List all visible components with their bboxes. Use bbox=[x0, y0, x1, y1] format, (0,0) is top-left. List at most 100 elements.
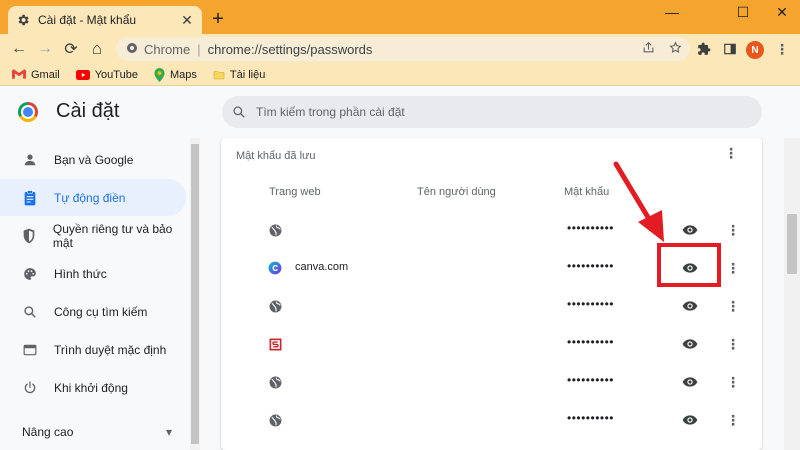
masked-password: •••••••••• bbox=[567, 297, 615, 311]
profile-avatar[interactable]: N bbox=[746, 41, 764, 59]
side-panel-icon[interactable] bbox=[719, 38, 741, 60]
site-label: Chrome bbox=[144, 41, 191, 57]
show-password-button[interactable] bbox=[681, 297, 699, 315]
share-icon[interactable] bbox=[642, 41, 655, 57]
omnibox-actions bbox=[642, 41, 682, 57]
reload-button[interactable]: ⟳ bbox=[60, 38, 82, 60]
show-password-button[interactable] bbox=[681, 335, 699, 353]
row-more-button[interactable]: ⋮ bbox=[723, 258, 743, 278]
folder-icon bbox=[213, 69, 225, 81]
password-row: •••••••••• ⋮ bbox=[221, 401, 762, 439]
s-logo-icon bbox=[267, 336, 283, 352]
masked-password: •••••••••• bbox=[567, 373, 615, 387]
masked-password: •••••••••• bbox=[567, 335, 615, 349]
extensions-icon[interactable] bbox=[693, 38, 715, 60]
url-separator: | bbox=[197, 41, 201, 57]
settings-header: Cài đặt bbox=[0, 86, 800, 138]
annotation-arrow bbox=[613, 161, 664, 242]
settings-search-input[interactable] bbox=[256, 105, 762, 119]
address-bar[interactable]: Chrome | chrome://settings/passwords bbox=[116, 37, 690, 61]
window-close-button[interactable]: ✕ bbox=[772, 4, 792, 21]
sidebar-item-privacy-security[interactable]: Quyền riêng tư và bảo mật bbox=[0, 217, 186, 254]
show-password-button[interactable] bbox=[681, 373, 699, 391]
bookmark-label: Tài liệu bbox=[229, 68, 266, 81]
row-more-button[interactable]: ⋮ bbox=[723, 334, 743, 354]
main-scrollbar-thumb[interactable] bbox=[787, 214, 797, 274]
bookmark-label: Maps bbox=[169, 68, 197, 81]
chrome-page-icon bbox=[126, 42, 138, 57]
password-row: •••••••••• ⋮ bbox=[221, 363, 762, 401]
sidebar-item-label: Trình duyệt mặc định bbox=[54, 342, 167, 357]
maps-icon bbox=[154, 67, 165, 82]
column-header-username: Tên người dùng bbox=[417, 186, 496, 198]
person-icon bbox=[22, 153, 38, 167]
site-name[interactable]: canva.com bbox=[295, 261, 348, 273]
sidebar-scrollbar-thumb[interactable] bbox=[191, 144, 199, 444]
password-row: •••••••••• ⋮ bbox=[221, 287, 762, 325]
shield-icon bbox=[22, 228, 37, 244]
masked-password: •••••••••• bbox=[567, 411, 615, 425]
bookmark-gmail[interactable]: Gmail bbox=[12, 69, 60, 81]
show-password-button[interactable] bbox=[681, 221, 699, 239]
sidebar-item-label: Bạn và Google bbox=[54, 152, 134, 167]
tab-close-icon[interactable]: ✕ bbox=[180, 12, 194, 29]
toolbar: ← → ⟳ ⌂ Chrome | chrome://settings/passw… bbox=[0, 34, 800, 64]
sidebar-item-on-startup[interactable]: Khi khởi động bbox=[0, 369, 186, 406]
globe-icon bbox=[267, 412, 283, 428]
minimize-button[interactable]: — bbox=[662, 4, 682, 20]
chrome-logo-icon bbox=[18, 102, 38, 122]
settings-main: Mật khẩu đã lưu ⋮ Trang web Tên người dù… bbox=[200, 138, 786, 450]
youtube-icon bbox=[75, 69, 90, 80]
sidebar-item-appearance[interactable]: Hình thức bbox=[0, 255, 186, 292]
sidebar-item-label: Khi khởi động bbox=[54, 380, 128, 395]
globe-icon bbox=[267, 222, 283, 238]
globe-icon bbox=[267, 298, 283, 314]
sidebar-item-search-engine[interactable]: Công cụ tìm kiếm bbox=[0, 293, 186, 330]
chevron-down-icon: ▾ bbox=[165, 425, 172, 439]
sidebar-item-label: Tự động điền bbox=[54, 190, 126, 205]
tab-strip: Cài đặt - Mật khẩu ✕ + — ☐ ✕ bbox=[0, 0, 800, 34]
section-title: Mật khẩu đã lưu bbox=[236, 150, 316, 162]
bookmark-youtube[interactable]: YouTube bbox=[75, 68, 138, 81]
password-row: •••••••••• ⋮ bbox=[221, 325, 762, 363]
bookmark-maps[interactable]: Maps bbox=[154, 67, 197, 82]
forward-button[interactable]: → bbox=[34, 38, 56, 60]
back-button[interactable]: ← bbox=[8, 38, 30, 60]
search-icon bbox=[232, 105, 246, 119]
search-icon bbox=[22, 305, 38, 319]
tab-settings-passwords[interactable]: Cài đặt - Mật khẩu ✕ bbox=[8, 6, 202, 34]
show-password-button[interactable] bbox=[681, 411, 699, 429]
sidebar-item-autofill[interactable]: Tự động điền bbox=[0, 179, 186, 216]
bookmark-label: YouTube bbox=[94, 68, 138, 81]
sidebar-item-label: Quyền riêng tư và bảo mật bbox=[52, 221, 173, 250]
page-title: Cài đặt bbox=[56, 100, 120, 122]
saved-passwords-card: Mật khẩu đã lưu ⋮ Trang web Tên người dù… bbox=[221, 138, 762, 450]
clipboard-icon bbox=[22, 189, 38, 206]
row-more-button[interactable]: ⋮ bbox=[723, 410, 743, 430]
bookmarks-bar: Gmail YouTube Maps Tài liệu bbox=[0, 64, 800, 86]
sidebar-item-you-and-google[interactable]: Bạn và Google bbox=[0, 141, 186, 178]
sidebar-advanced[interactable]: Nâng cao ▾ bbox=[22, 425, 172, 439]
sidebar-scrollbar[interactable] bbox=[190, 138, 200, 450]
bookmark-label: Gmail bbox=[31, 68, 60, 81]
row-more-button[interactable]: ⋮ bbox=[723, 220, 743, 240]
section-more-button[interactable]: ⋮ bbox=[721, 146, 741, 160]
annotation-highlight-box bbox=[657, 243, 721, 287]
sidebar-item-label: Hình thức bbox=[54, 266, 107, 281]
masked-password: •••••••••• bbox=[567, 259, 615, 273]
maximize-button[interactable]: ☐ bbox=[733, 4, 753, 21]
bookmark-star-icon[interactable] bbox=[669, 41, 682, 57]
column-header-site: Trang web bbox=[269, 186, 321, 198]
row-more-button[interactable]: ⋮ bbox=[723, 372, 743, 392]
chrome-menu-button[interactable]: ⋮ bbox=[771, 38, 793, 60]
main-scrollbar[interactable] bbox=[784, 138, 800, 450]
gmail-icon bbox=[12, 69, 26, 80]
sidebar-item-label: Công cụ tìm kiếm bbox=[54, 304, 148, 319]
settings-search[interactable] bbox=[222, 96, 762, 128]
sidebar-item-default-browser[interactable]: Trình duyệt mặc định bbox=[0, 331, 186, 368]
power-icon bbox=[22, 381, 38, 395]
bookmark-folder-tai-lieu[interactable]: Tài liệu bbox=[213, 69, 265, 81]
row-more-button[interactable]: ⋮ bbox=[723, 296, 743, 316]
home-button[interactable]: ⌂ bbox=[86, 38, 108, 60]
new-tab-button[interactable]: + bbox=[208, 9, 228, 29]
